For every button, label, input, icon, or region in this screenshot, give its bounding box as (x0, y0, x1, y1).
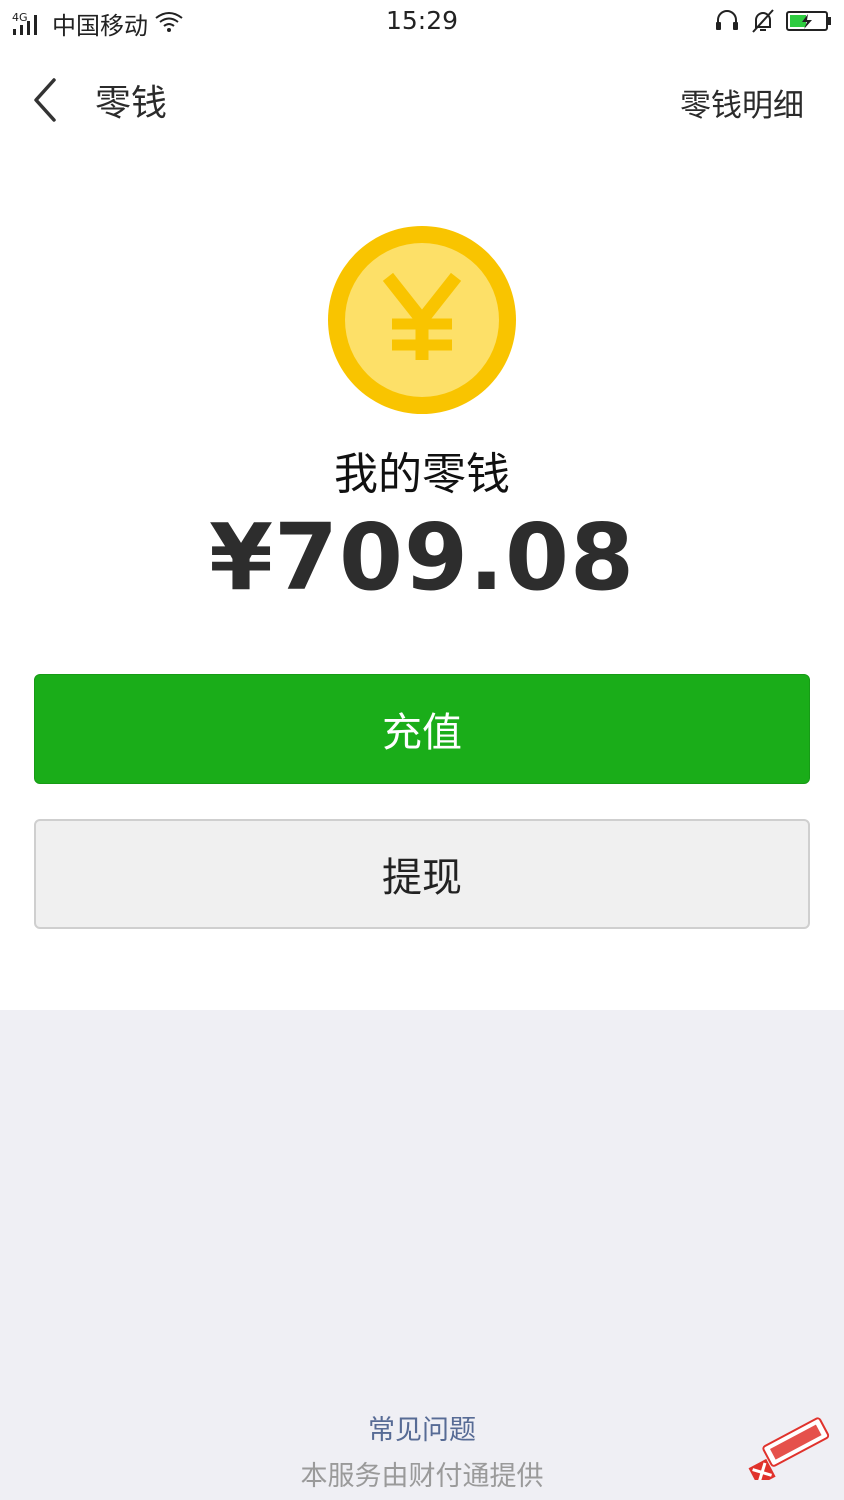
recharge-button-label: 充值 (382, 710, 462, 756)
withdraw-button[interactable]: 提现 (34, 819, 810, 929)
balance-detail-link[interactable]: 零钱明细 (680, 80, 804, 125)
yuan-coin-icon (328, 226, 516, 414)
balance-label: 我的零钱 (334, 449, 510, 500)
bottom-area: 常见问题 本服务由财付通提供 (0, 1010, 844, 1500)
back-button[interactable] (22, 74, 70, 126)
status-bar: 4G 中国移动 15:29 (0, 0, 844, 44)
faq-link[interactable]: 常见问题 (0, 1408, 844, 1447)
back-arrow-icon (34, 78, 56, 122)
page-title: 零钱 (95, 83, 168, 124)
withdraw-button-label: 提现 (382, 855, 462, 901)
headset-icon (714, 8, 740, 38)
battery-icon (786, 10, 832, 36)
mute-bell-icon (750, 8, 776, 38)
service-provider-text: 本服务由财付通提供 (300, 1461, 544, 1492)
status-right (714, 8, 832, 38)
watermark-logo (738, 1410, 834, 1486)
balance-amount: ¥709.08 (208, 504, 636, 611)
recharge-button[interactable]: 充值 (34, 674, 810, 784)
nav-bar: 零钱 零钱明细 (0, 52, 844, 148)
